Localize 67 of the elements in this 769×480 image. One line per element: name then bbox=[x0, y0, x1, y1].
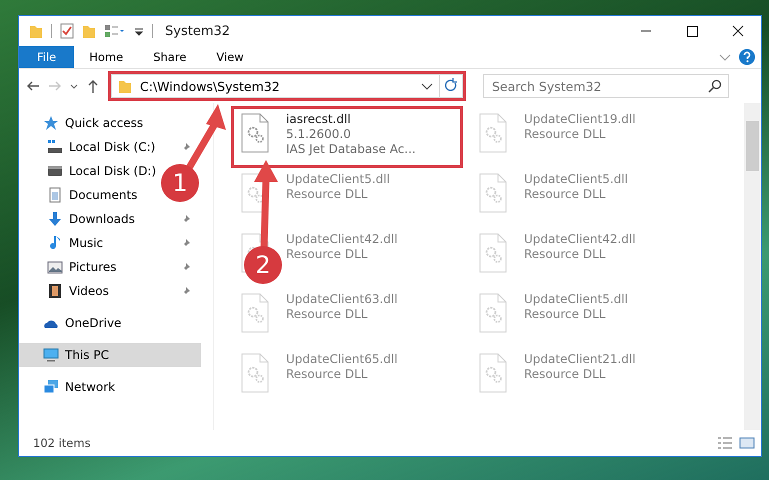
view-options-icon[interactable] bbox=[104, 23, 126, 39]
file-name: UpdateClient5.dll bbox=[524, 292, 628, 306]
sidebar-item[interactable]: Quick access bbox=[19, 111, 201, 135]
file-description: Resource DLL bbox=[286, 187, 368, 201]
properties-icon[interactable] bbox=[60, 23, 74, 39]
file-item[interactable]: UpdateClient21.dll Resource DLL bbox=[472, 349, 698, 405]
file-item[interactable]: iasrecst.dll 5.1.2600.0 IAS Jet Database Ac... bbox=[234, 109, 460, 165]
details-view-icon[interactable] bbox=[717, 436, 733, 450]
sidebar-item[interactable]: Videos bbox=[19, 279, 201, 303]
sidebar-item[interactable]: OneDrive bbox=[19, 311, 201, 335]
file-name: UpdateClient19.dll bbox=[524, 112, 636, 126]
sidebar-item[interactable]: Local Disk (C:) bbox=[19, 135, 201, 159]
sidebar-item[interactable]: Network bbox=[19, 375, 201, 399]
drive-icon bbox=[47, 163, 63, 179]
scrollbar[interactable] bbox=[744, 103, 761, 430]
file-menu-tab[interactable]: File bbox=[19, 46, 74, 68]
sidebar-item[interactable]: Downloads bbox=[19, 207, 201, 231]
docs-icon bbox=[47, 187, 63, 203]
pc-icon bbox=[43, 347, 59, 363]
music-icon bbox=[47, 235, 63, 251]
expand-ribbon-icon[interactable] bbox=[719, 52, 731, 62]
ribbon-tab[interactable]: View bbox=[201, 46, 259, 68]
network-icon bbox=[43, 379, 59, 395]
file-item[interactable]: UpdateClient5.dll Resource DLL bbox=[472, 169, 698, 225]
file-item[interactable]: UpdateClient42.dll Resource DLL bbox=[472, 229, 698, 285]
videos-icon bbox=[47, 283, 63, 299]
folder-icon bbox=[118, 78, 132, 94]
sidebar-item[interactable]: Music bbox=[19, 231, 201, 255]
sidebar-item[interactable]: Pictures bbox=[19, 255, 201, 279]
file-description: Resource DLL bbox=[286, 247, 368, 261]
file-name: UpdateClient5.dll bbox=[524, 172, 628, 186]
file-name: UpdateClient63.dll bbox=[286, 292, 398, 306]
file-description: Resource DLL bbox=[524, 307, 606, 321]
ribbon-tab[interactable]: Share bbox=[138, 46, 202, 68]
search-box[interactable]: Search System32 bbox=[483, 74, 729, 98]
window-title: System32 bbox=[165, 24, 230, 38]
address-bar[interactable]: C:\Windows\System32 bbox=[111, 74, 463, 98]
file-description: Resource DLL bbox=[524, 187, 606, 201]
file-name: UpdateClient42.dll bbox=[286, 232, 398, 246]
search-icon bbox=[708, 79, 722, 93]
file-item[interactable]: UpdateClient65.dll Resource DLL bbox=[234, 349, 460, 405]
file-description: Resource DLL bbox=[524, 247, 606, 261]
path-text-field[interactable]: C:\Windows\System32 bbox=[138, 78, 415, 94]
help-icon[interactable] bbox=[739, 49, 755, 65]
file-description: Resource DLL bbox=[286, 307, 368, 321]
file-description: Resource DLL bbox=[286, 367, 368, 381]
file-name: UpdateClient5.dll bbox=[286, 172, 390, 186]
file-name: UpdateClient42.dll bbox=[524, 232, 636, 246]
file-name: UpdateClient21.dll bbox=[524, 352, 636, 366]
file-description: Resource DLL bbox=[524, 367, 606, 381]
drive-c-icon bbox=[47, 139, 63, 155]
star-icon bbox=[43, 115, 59, 131]
sidebar-item[interactable]: This PC bbox=[19, 343, 201, 367]
file-item[interactable]: UpdateClient19.dll Resource DLL bbox=[472, 109, 698, 165]
item-count: 102 items bbox=[33, 436, 91, 450]
download-icon bbox=[47, 211, 63, 227]
dropdown-icon[interactable] bbox=[421, 81, 433, 91]
file-name: iasrecst.dll bbox=[286, 112, 352, 126]
pictures-icon bbox=[47, 259, 63, 275]
file-description: Resource DLL bbox=[524, 127, 606, 141]
ribbon-tab[interactable]: Home bbox=[74, 46, 138, 68]
file-name: UpdateClient65.dll bbox=[286, 352, 398, 366]
file-item[interactable]: UpdateClient63.dll Resource DLL bbox=[234, 289, 460, 345]
file-item[interactable]: UpdateClient5.dll Resource DLL bbox=[472, 289, 698, 345]
file-description: IAS Jet Database Ac... bbox=[286, 142, 416, 156]
large-icons-view-icon[interactable] bbox=[739, 436, 755, 450]
file-version: 5.1.2600.0 bbox=[286, 127, 352, 141]
